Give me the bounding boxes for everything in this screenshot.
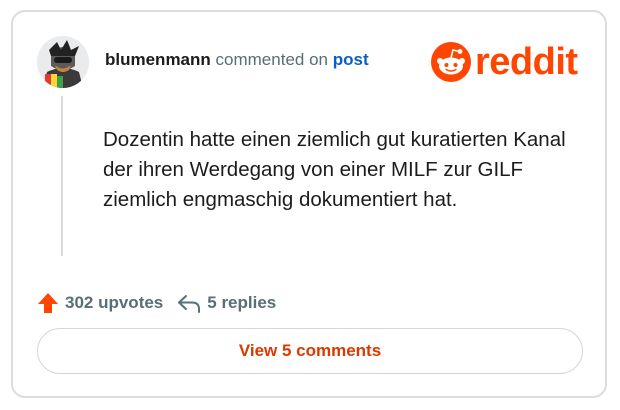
reddit-comment-card: blumenmann commented on post reddit Doze… bbox=[11, 10, 607, 398]
action-text: commented on bbox=[215, 50, 328, 69]
reddit-wordmark: reddit bbox=[475, 41, 578, 83]
thread-line bbox=[61, 96, 63, 256]
view-comments-button[interactable]: View 5 comments bbox=[37, 328, 583, 374]
author-name[interactable]: blumenmann bbox=[105, 50, 211, 69]
reply-arrow-icon bbox=[178, 295, 201, 313]
comment-body: Dozentin hatte einen ziemlich gut kurati… bbox=[103, 128, 566, 211]
comment-header: blumenmann commented on post bbox=[105, 50, 369, 70]
avatar-image bbox=[37, 36, 89, 88]
comment-actions: 302 upvotes 5 replies bbox=[37, 292, 290, 314]
reply-button[interactable]: 5 replies bbox=[177, 293, 276, 313]
user-avatar[interactable] bbox=[37, 36, 89, 88]
post-link[interactable]: post bbox=[333, 50, 369, 69]
reply-count: 5 replies bbox=[207, 293, 277, 312]
reddit-logo[interactable]: reddit bbox=[431, 41, 578, 83]
upvote-button[interactable]: 302 upvotes bbox=[37, 292, 163, 314]
upvote-count: 302 upvotes bbox=[65, 293, 164, 312]
upvote-arrow-icon bbox=[38, 293, 58, 313]
reddit-snoo-icon bbox=[431, 42, 471, 82]
